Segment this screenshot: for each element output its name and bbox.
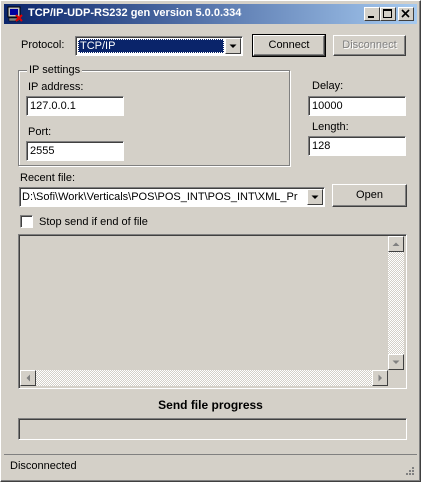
scroll-left-button[interactable] — [20, 370, 36, 386]
recent-file-label: Recent file: — [20, 172, 76, 184]
horizontal-scrollbar[interactable] — [20, 370, 388, 386]
app-icon — [7, 6, 23, 22]
maximize-icon — [383, 9, 392, 18]
delay-input[interactable]: 10000 — [308, 96, 406, 116]
port-label: Port: — [28, 126, 52, 138]
progress-label: Send file progress — [158, 398, 263, 412]
scroll-right-icon — [378, 374, 382, 382]
close-button[interactable] — [398, 7, 414, 21]
connect-button[interactable]: Connect — [252, 34, 326, 57]
log-textarea[interactable] — [18, 234, 407, 389]
open-button[interactable]: Open — [332, 184, 407, 207]
protocol-selected-text: TCP/IP — [80, 40, 116, 52]
scroll-down-icon — [392, 360, 400, 364]
stop-send-label: Stop send if end of file — [39, 216, 148, 228]
minimize-button[interactable] — [364, 7, 380, 21]
recent-file-dropdown-button[interactable] — [307, 189, 323, 205]
delay-label: Delay: — [312, 80, 344, 92]
protocol-label: Protocol: — [21, 39, 65, 51]
protocol-dropdown-button[interactable] — [225, 38, 241, 54]
app-window: TCP/IP-UDP-RS232 gen version 5.0.0.334 P… — [0, 0, 421, 482]
dropdown-arrow-icon — [229, 44, 237, 48]
scroll-corner — [388, 370, 404, 386]
scroll-up-icon — [392, 242, 400, 246]
progress-bar — [18, 418, 407, 440]
minimize-icon — [368, 16, 374, 18]
scroll-up-button[interactable] — [388, 236, 404, 252]
recent-file-value: D:\Sofi\Work\Verticals\POS\POS_INT\POS_I… — [22, 191, 298, 203]
protocol-selected: TCP/IP — [78, 39, 224, 53]
maximize-button[interactable] — [380, 7, 396, 21]
port-input[interactable]: 2555 — [26, 141, 124, 161]
title-bar[interactable]: TCP/IP-UDP-RS232 gen version 5.0.0.334 — [4, 4, 417, 24]
close-icon — [401, 9, 410, 18]
status-text: Disconnected — [10, 460, 77, 472]
scroll-left-icon — [26, 374, 30, 382]
stop-send-checkbox[interactable] — [20, 215, 33, 228]
disconnect-button[interactable]: Disconnect — [333, 35, 406, 56]
length-label: Length: — [312, 121, 349, 133]
status-bar: Disconnected — [4, 454, 417, 478]
ip-settings-label: IP settings — [27, 64, 83, 76]
dropdown-arrow-icon — [311, 195, 319, 199]
size-grip-icon[interactable] — [403, 464, 415, 476]
recent-file-select[interactable]: D:\Sofi\Work\Verticals\POS\POS_INT\POS_I… — [19, 187, 325, 207]
ip-address-label: IP address: — [28, 81, 84, 93]
scroll-right-button[interactable] — [372, 370, 388, 386]
protocol-select[interactable]: TCP/IP — [75, 36, 243, 56]
vertical-scrollbar[interactable] — [388, 236, 404, 370]
length-input[interactable]: 128 — [308, 136, 406, 156]
scroll-down-button[interactable] — [388, 354, 404, 370]
ip-address-input[interactable]: 127.0.0.1 — [26, 96, 124, 116]
window-title: TCP/IP-UDP-RS232 gen version 5.0.0.334 — [28, 7, 242, 19]
